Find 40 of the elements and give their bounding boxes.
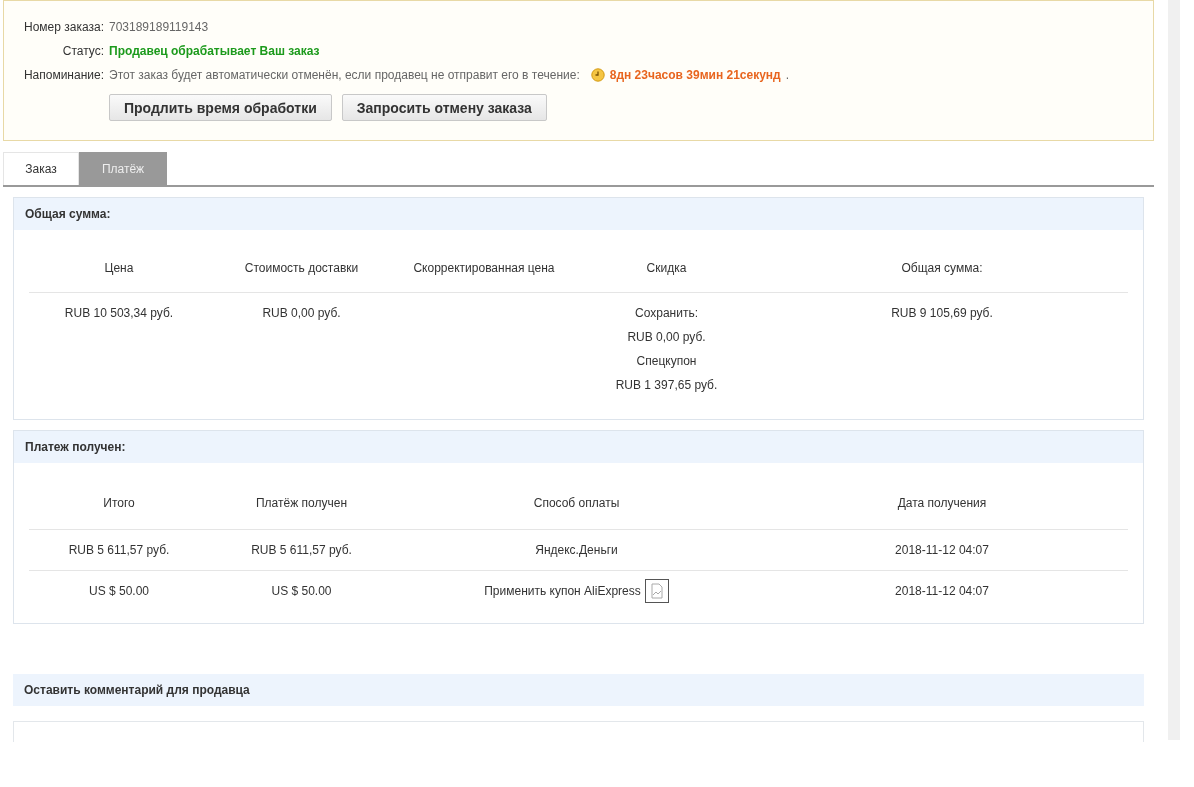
- table-cell-text: RUB 1 397,65 руб.: [615, 377, 718, 394]
- punctuation: .: [785, 68, 790, 82]
- field-label: Статус:: [61, 44, 104, 58]
- table-cell: Применить купон AliExpress: [484, 584, 641, 598]
- table-cell: RUB 5 611,57 руб.: [68, 543, 170, 557]
- table-cell: US $ 50.00: [271, 584, 332, 598]
- column-header: Итого: [102, 495, 136, 512]
- clock-icon: [590, 68, 605, 82]
- table-cell-text: Сохранить:: [635, 305, 698, 322]
- column-header: Способ оплаты: [532, 495, 621, 512]
- order-number: 703189189119143: [109, 20, 209, 34]
- section-title: Оставить комментарий для продавца: [24, 683, 250, 697]
- table-cell-text: Спецкупон: [636, 353, 697, 370]
- column-header: Платёж получен: [255, 495, 348, 512]
- order-status: Продавец обрабатывает Ваш заказ: [109, 44, 320, 58]
- column-header: Общая сумма:: [900, 260, 984, 277]
- column-header: Скидка: [645, 260, 688, 277]
- column-header: Стоимость доставки: [243, 260, 360, 277]
- table-cell: Яндекс.Деньги: [535, 543, 618, 557]
- table-cell: RUB 5 611,57 руб.: [251, 543, 352, 557]
- section-title: Общая сумма:: [25, 207, 111, 221]
- column-header: Дата получения: [896, 495, 988, 512]
- section-title: Платеж получен:: [25, 440, 126, 454]
- action-button[interactable]: Запросить отмену заказа: [341, 94, 547, 121]
- table-cell: 2018-11-12 04:07: [895, 543, 989, 557]
- field-label: Напоминание:: [22, 68, 104, 82]
- table-cell-text: RUB 10 503,34 руб.: [64, 305, 174, 322]
- table-cell-text: RUB 0,00 руб.: [627, 329, 706, 346]
- table-cell-text: RUB 0,00 руб.: [262, 305, 341, 322]
- table-cell: US $ 50.00: [88, 584, 149, 598]
- table-cell-text: RUB 9 105,69 руб.: [891, 305, 993, 322]
- countdown-timer: 8дн 23часов 39мин 21секунд: [609, 68, 781, 82]
- table-cell: 2018-11-12 04:07: [895, 584, 989, 598]
- image-icon[interactable]: [644, 579, 669, 603]
- action-button[interactable]: Продлить время обработки: [109, 94, 332, 121]
- tab[interactable]: Заказ: [3, 152, 79, 185]
- column-header: Скорректированная цена: [412, 260, 556, 277]
- field-label: Номер заказа:: [23, 20, 104, 34]
- column-header: Цена: [103, 260, 135, 277]
- reminder-text: Этот заказ будет автоматически отменён, если продавец не отправит его в течение:: [109, 68, 580, 82]
